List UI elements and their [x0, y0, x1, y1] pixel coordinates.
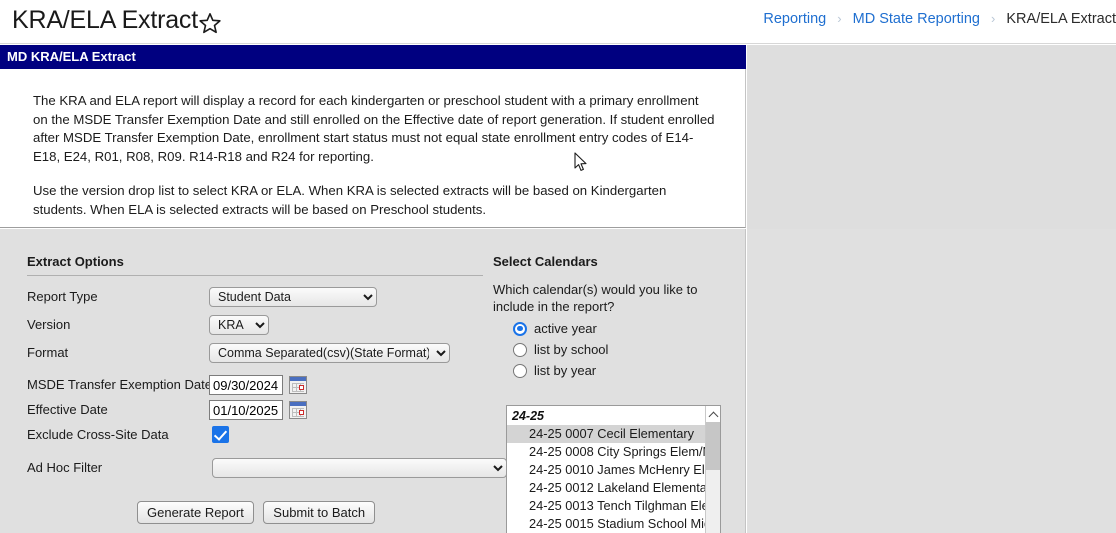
section-header: MD KRA/ELA Extract	[0, 45, 746, 69]
description-panel: The KRA and ELA report will display a re…	[0, 69, 746, 228]
extract-options-title: Extract Options	[27, 254, 124, 269]
format-label: Format	[27, 345, 69, 360]
scrollbar-thumb[interactable]	[706, 422, 720, 470]
radio-active-year-label: active year	[534, 321, 597, 336]
calendar-icon[interactable]	[289, 401, 308, 419]
list-item[interactable]: 24-25 0010 James McHenry Ele	[507, 461, 720, 479]
chevron-right-icon: ›	[991, 11, 996, 26]
select-calendars-question: Which calendar(s) would you like to incl…	[493, 282, 698, 314]
page-title: KRA/ELA Extract	[12, 6, 198, 34]
effective-date-label: Effective Date	[27, 402, 108, 417]
msde-transfer-exemption-date-input[interactable]	[209, 375, 283, 395]
field-exclude-cross-site-data: Exclude Cross-Site Data	[27, 425, 483, 447]
calendar-group-label: 24-25	[507, 406, 720, 425]
radio-active-year[interactable]: active year	[513, 321, 733, 336]
field-report-type: Report Type Student Data	[27, 287, 483, 309]
radio-list-by-school-label: list by school	[534, 342, 609, 357]
action-buttons: Generate Report Submit to Batch	[27, 501, 483, 524]
favorite-star-icon[interactable]	[197, 11, 223, 37]
breadcrumb-item-md-state-reporting[interactable]: MD State Reporting	[853, 11, 980, 27]
format-select[interactable]: Comma Separated(csv)(State Format)	[209, 343, 450, 363]
field-msde-transfer-exemption-date: MSDE Transfer Exemption Date	[27, 375, 483, 397]
form-panel: Extract Options Report Type Student Data…	[0, 229, 746, 533]
extract-options-group: Extract Options Report Type Student Data…	[27, 254, 507, 524]
exclude-cross-site-data-checkbox[interactable]	[212, 426, 229, 443]
radio-list-by-year-input[interactable]	[513, 363, 527, 378]
top-bar: KRA/ELA Extract Reporting › MD State Rep…	[0, 0, 1116, 44]
radio-list-by-school[interactable]: list by school	[513, 342, 733, 357]
field-version: Version KRA	[27, 315, 483, 337]
list-item[interactable]: 24-25 0015 Stadium School Mid	[507, 515, 720, 533]
generate-report-button[interactable]: Generate Report	[137, 501, 254, 524]
description-paragraph-1: The KRA and ELA report will display a re…	[33, 93, 715, 164]
ad-hoc-filter-label: Ad Hoc Filter	[27, 460, 103, 475]
report-type-select[interactable]: Student Data	[209, 287, 377, 307]
select-calendars-title: Select Calendars	[493, 254, 598, 269]
effective-date-input[interactable]	[209, 400, 283, 420]
divider	[27, 275, 483, 276]
app-root: KRA/ELA Extract Reporting › MD State Rep…	[0, 0, 1116, 533]
calendar-icon[interactable]	[289, 376, 308, 394]
field-ad-hoc-filter: Ad Hoc Filter	[27, 458, 507, 480]
radio-list-by-school-input[interactable]	[513, 342, 527, 357]
version-label: Version	[27, 317, 71, 332]
radio-list-by-year[interactable]: list by year	[513, 363, 733, 378]
report-type-label: Report Type	[27, 289, 98, 304]
description-paragraph-2: Use the version drop list to select KRA …	[33, 183, 667, 217]
radio-active-year-input[interactable]	[513, 321, 527, 336]
scroll-up-arrow-icon[interactable]	[706, 406, 720, 422]
list-item[interactable]: 24-25 0008 City Springs Elem/M	[507, 443, 720, 461]
radio-list-by-year-label: list by year	[534, 363, 597, 378]
breadcrumb-item-current: KRA/ELA Extract	[1006, 11, 1116, 27]
msde-transfer-exemption-date-label: MSDE Transfer Exemption Date	[27, 377, 212, 392]
select-calendars-group: Select Calendars Which calendar(s) would…	[493, 254, 733, 533]
field-format: Format Comma Separated(csv)(State Format…	[27, 343, 483, 365]
ad-hoc-filter-select[interactable]	[212, 458, 507, 478]
submit-to-batch-button[interactable]: Submit to Batch	[263, 501, 376, 524]
calendar-list[interactable]: 24-25 24-25 0007 Cecil Elementary 24-25 …	[506, 405, 721, 533]
right-background-top	[747, 45, 1116, 229]
version-select[interactable]: KRA	[209, 315, 269, 335]
list-item[interactable]: 24-25 0007 Cecil Elementary	[507, 425, 720, 443]
breadcrumb: Reporting › MD State Reporting › KRA/ELA…	[763, 11, 1116, 27]
breadcrumb-item-reporting[interactable]: Reporting	[763, 11, 826, 27]
exclude-cross-site-data-label: Exclude Cross-Site Data	[27, 427, 169, 442]
right-background	[747, 229, 1116, 533]
list-item[interactable]: 24-25 0012 Lakeland Elementar	[507, 479, 720, 497]
list-item[interactable]: 24-25 0013 Tench Tilghman Ele	[507, 497, 720, 515]
field-effective-date: Effective Date	[27, 400, 483, 422]
calendar-list-scrollbar[interactable]	[705, 406, 720, 533]
chevron-right-icon: ›	[837, 11, 842, 26]
